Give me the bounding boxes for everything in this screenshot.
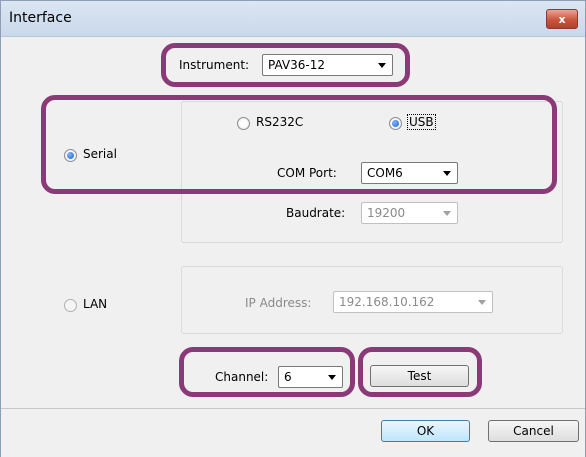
lan-label: LAN bbox=[83, 297, 108, 311]
channel-select[interactable]: 6 bbox=[278, 366, 343, 388]
baudrate-select[interactable]: 19200 bbox=[361, 202, 458, 224]
close-icon: x bbox=[558, 12, 566, 26]
instrument-select[interactable]: PAV36-12 bbox=[262, 54, 393, 76]
title-bar: Interface x bbox=[1, 1, 585, 37]
com-port-value: COM6 bbox=[367, 166, 403, 180]
cancel-button[interactable]: Cancel bbox=[488, 420, 579, 442]
serial-radio[interactable] bbox=[64, 149, 77, 162]
com-port-select[interactable]: COM6 bbox=[361, 162, 458, 184]
ip-address-value: 192.168.10.162 bbox=[339, 295, 435, 309]
channel-value: 6 bbox=[284, 370, 292, 384]
test-button[interactable]: Test bbox=[370, 365, 469, 387]
instrument-label-text: Instrument: bbox=[179, 58, 250, 72]
serial-label: Serial bbox=[83, 147, 117, 161]
interface-dialog: Interface x Instrument: PAV36-12 Serial … bbox=[0, 0, 586, 457]
chevron-down-icon bbox=[378, 63, 386, 68]
chevron-down-icon bbox=[478, 300, 486, 305]
window-title: Interface bbox=[9, 10, 72, 26]
dialog-footer: OK Cancel bbox=[1, 408, 585, 457]
ok-button[interactable]: OK bbox=[381, 420, 470, 442]
test-button-label: Test bbox=[407, 369, 432, 383]
close-button[interactable]: x bbox=[546, 9, 578, 29]
ip-address-label: IP Address: bbox=[245, 296, 312, 310]
instrument-value: PAV36-12 bbox=[268, 58, 325, 72]
ok-button-label: OK bbox=[416, 424, 435, 438]
baudrate-label: Baudrate: bbox=[286, 206, 346, 220]
baudrate-value: 19200 bbox=[367, 206, 406, 220]
channel-label: Channel: bbox=[215, 370, 269, 384]
ip-address-select[interactable]: 192.168.10.162 bbox=[333, 291, 493, 313]
rs232c-radio[interactable] bbox=[237, 117, 250, 130]
chevron-down-icon bbox=[443, 171, 451, 176]
chevron-down-icon bbox=[443, 211, 451, 216]
usb-label: USB bbox=[407, 114, 436, 130]
lan-radio[interactable] bbox=[64, 299, 77, 312]
cancel-button-label: Cancel bbox=[513, 424, 554, 438]
com-port-label: COM Port: bbox=[277, 166, 337, 180]
usb-radio[interactable] bbox=[389, 117, 402, 130]
chevron-down-icon bbox=[328, 375, 336, 380]
rs232c-label: RS232C bbox=[256, 115, 304, 129]
